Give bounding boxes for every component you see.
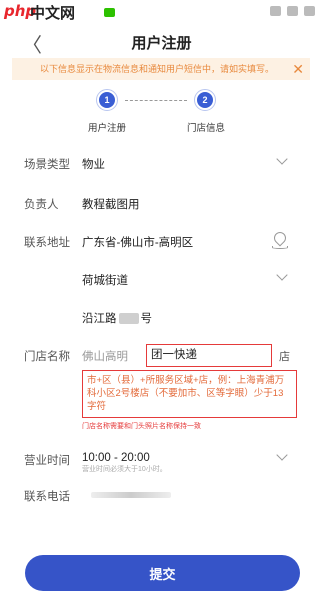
status-bar: php 中文网 bbox=[0, 0, 323, 26]
road-input[interactable]: 沿江路 号 bbox=[82, 310, 152, 326]
road-suffix: 号 bbox=[140, 313, 153, 325]
step-indicator: 1 2 用户注册 门店信息 bbox=[0, 88, 323, 138]
phone-label: 联系电话 bbox=[24, 491, 70, 503]
business-hours-note: 营业时间必须大于10小时。 bbox=[82, 466, 167, 473]
step-connector bbox=[125, 100, 187, 101]
nav-bar: 〈 用户注册 bbox=[0, 26, 323, 58]
store-name-label: 门店名称 bbox=[24, 351, 70, 363]
close-icon[interactable]: ✕ bbox=[292, 58, 304, 80]
wifi-icon bbox=[287, 6, 298, 16]
step-2-label: 门店信息 bbox=[187, 123, 226, 134]
owner-label: 负责人 bbox=[24, 199, 59, 211]
submit-button[interactable]: 提交 bbox=[25, 555, 300, 591]
redacted-number bbox=[118, 313, 139, 325]
scene-type-row[interactable]: 场景类型 物业 bbox=[24, 148, 300, 178]
signal-icon bbox=[270, 6, 281, 16]
store-name-input[interactable]: 团一快递 bbox=[146, 344, 272, 367]
business-hours-label: 营业时间 bbox=[24, 455, 70, 467]
phone-input[interactable] bbox=[91, 492, 171, 498]
location-pin-icon[interactable] bbox=[271, 229, 289, 249]
site-name: 中文网 bbox=[30, 5, 76, 22]
step-1-label: 用户注册 bbox=[88, 123, 127, 134]
owner-row[interactable]: 负责人 教程截图用 bbox=[24, 188, 300, 218]
chevron-down-icon[interactable] bbox=[276, 153, 288, 165]
chevron-down-icon[interactable] bbox=[276, 449, 288, 461]
business-hours-value[interactable]: 10:00 - 20:00 bbox=[82, 452, 150, 464]
address-value[interactable]: 广东省-佛山市-高明区 bbox=[82, 234, 193, 250]
step-2-dot: 2 bbox=[194, 89, 216, 111]
wechat-icon bbox=[104, 8, 115, 17]
owner-input[interactable]: 教程截图用 bbox=[82, 196, 140, 212]
notice-banner: 以下信息显示在物流信息和通知用户短信中，请如实填写。 ✕ bbox=[12, 58, 310, 80]
chevron-down-icon[interactable] bbox=[276, 269, 288, 281]
system-icons bbox=[270, 6, 315, 16]
battery-icon bbox=[304, 6, 315, 16]
step-1-dot: 1 bbox=[96, 89, 118, 111]
road-row[interactable]: 沿江路 号 bbox=[24, 302, 300, 332]
scene-type-label: 场景类型 bbox=[24, 159, 70, 171]
store-name-hint: 市+区（县）+所服务区域+店，例：上海青浦万科小区2号楼店（不要加市、区等字眼）… bbox=[82, 370, 297, 418]
store-name-prefix: 佛山高明 bbox=[82, 351, 128, 363]
street-value[interactable]: 荷城街道 bbox=[82, 272, 128, 288]
address-row[interactable]: 联系地址 广东省-佛山市-高明区 bbox=[24, 226, 300, 256]
road-prefix: 沿江路 bbox=[82, 313, 117, 325]
store-name-suffix: 店 bbox=[279, 351, 290, 363]
store-name-consistency-note: 门店名称需要和门头照片名称保持一致 bbox=[82, 423, 201, 430]
street-row[interactable]: 荷城街道 bbox=[24, 264, 300, 294]
scene-type-value[interactable]: 物业 bbox=[82, 156, 105, 172]
address-label: 联系地址 bbox=[24, 237, 70, 249]
store-name-row[interactable]: 门店名称 佛山高明 团一快递 店 bbox=[24, 340, 304, 370]
page-title: 用户注册 bbox=[131, 35, 192, 52]
notice-text: 以下信息显示在物流信息和通知用户短信中，请如实填写。 bbox=[40, 64, 275, 74]
